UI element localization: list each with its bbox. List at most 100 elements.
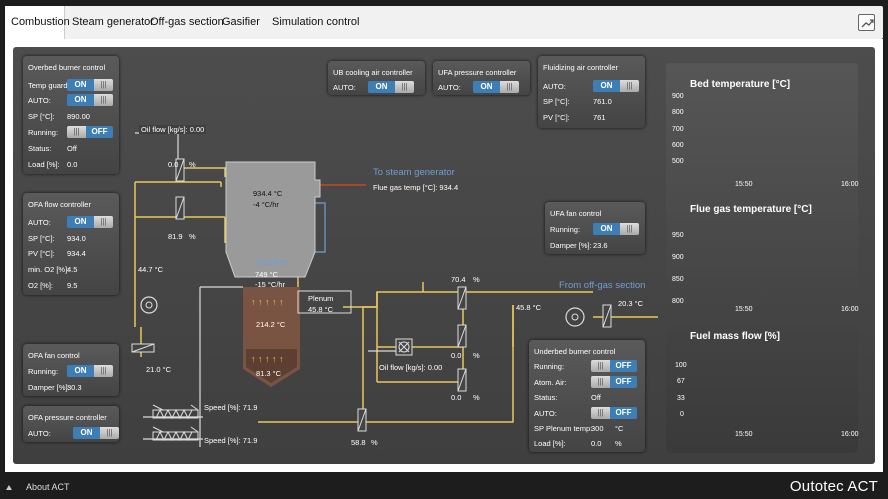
ofa-fan-title: OFA fan control [28,351,80,360]
valve6-unit: % [371,438,378,447]
status-value: Off [591,393,601,402]
ufa-pressure-title: UFA pressure controller [438,68,517,77]
ufa-pressure-controller-box: UFA pressure controller AUTO: ON ||| [433,61,530,95]
auto-state: ON [593,80,620,92]
ofa-flow-title: OFA flow controller [28,200,91,209]
ofa-flow-auto-toggle[interactable]: ON ||| [67,216,113,228]
from-off-gas-section-label[interactable]: From off-gas section [559,280,645,291]
fuel-xtick-1550: 15:50 [735,431,753,438]
bed-xtick-1600: 16:00 [841,181,859,188]
overbed-burner-control-box: Overbed burner control Temp guard: ON |||… [23,56,119,174]
gasifier-mid-temp: 749 °C [255,270,279,279]
auto-state: ON [67,216,94,228]
fan-temp-value: 44.7 °C [138,265,164,274]
pv-label: PV [°C]: [543,113,570,122]
flue-ytick-950: 950 [672,232,684,239]
valve3-unit: % [473,275,480,284]
overbed-auto-toggle[interactable]: ON ||| [67,94,113,106]
atom-air-label: Atom. Air: [534,378,567,387]
oil-flow-top-label: Oil flow [kg/s]: 0.00 [139,125,207,134]
ofa-pressure-auto-toggle[interactable]: ON ||| [73,427,119,439]
atom-air-toggle[interactable]: ||| OFF [591,376,637,388]
pv-label: PV [°C]: [28,249,55,258]
trend-window-icon[interactable] [858,14,875,31]
bed-ytick-500: 500 [672,158,684,165]
sp-plenum-temp-unit: °C [615,424,624,433]
to-steam-generator-label[interactable]: To steam generator [373,167,455,178]
temp-guard-state: ON [67,79,94,91]
svg-text:↑ ↑ ↑ ↑ ↑: ↑ ↑ ↑ ↑ ↑ [251,297,284,307]
auto-label: AUTO: [333,83,356,92]
plenum-temp-value: 45.8 °C [308,305,334,314]
running-label: Running: [28,128,59,137]
ub-cooling-auto-toggle[interactable]: ON ||| [368,81,414,93]
tab-bar: Combustion Steam generator Off-gas secti… [5,6,883,39]
ufa-fan-running-toggle[interactable]: ON ||| [593,223,639,235]
auto-state: ON [368,81,395,93]
app-window: Combustion Steam generator Off-gas secti… [0,0,888,499]
bed-ytick-800: 800 [672,109,684,116]
auto-label: AUTO: [28,96,51,105]
temp-guard-toggle[interactable]: ON ||| [67,79,113,91]
sp-label: SP [°C]: [28,234,55,243]
auto-label: AUTO: [543,82,566,91]
underbed-running-toggle[interactable]: ||| OFF [591,360,637,372]
status-label: Status: [28,144,52,153]
fluidizing-auto-toggle[interactable]: ON ||| [593,80,639,92]
ofa-pressure-controller-box: OFA pressure controller AUTO: ON ||| [23,406,119,442]
flue-ytick-850: 850 [672,276,684,283]
screw1-speed-label: Speed [%]: 71.9 [204,403,258,412]
tab-simulation-control[interactable]: Simulation control [266,6,365,39]
auto-label: AUTO: [438,83,461,92]
plenum-label: Plenum [308,294,334,303]
running-label: Running: [534,362,565,371]
flue-xtick-1600: 16:00 [841,306,859,313]
sp-value[interactable]: 934.0 [67,234,86,243]
auto-state: ON [67,94,94,106]
damper-label: Damper [%]: [550,241,592,250]
fuel-xtick-1600: 16:00 [841,431,859,438]
o2-label: O2 [%]: [28,281,54,290]
sp-plenum-temp-value[interactable]: 300 [591,424,604,433]
oil-flow-mid-label: Oil flow [kg/s]: 0.00 [379,363,443,372]
fuel-ytick-33: 33 [677,395,685,402]
tab-gasifier[interactable]: Gasifier [216,6,266,39]
ub-cooling-air-controller-box: UB cooling air controller AUTO: ON ||| [328,61,425,95]
fluidizing-title: Fluidizing air controller [543,63,619,72]
fuel-mass-flow-chart-title: Fuel mass flow [%] [690,331,781,342]
min-o2-value[interactable]: 4.5 [67,265,77,274]
svg-text:↑ ↑ ↑ ↑ ↑: ↑ ↑ ↑ ↑ ↑ [251,354,284,364]
process-panel: ↑ ↑ ↑ ↑ ↑ ↑ ↑ ↑ ↑ ↑ Overbed burner contr… [13,47,875,464]
screw2-speed-label: Speed [%]: 71.9 [204,436,258,445]
bed-ytick-700: 700 [672,126,684,133]
auto-state: OFF [610,407,637,419]
overbed-running-toggle[interactable]: ||| OFF [67,126,113,138]
fuel-ytick-67: 67 [677,378,685,385]
flue-ytick-800: 800 [672,298,684,305]
status-label: Status: [534,393,558,402]
ofa-flow-controller-box: OFA flow controller AUTO: ON ||| SP [°C]:… [23,193,119,295]
load-value: 0.0 [67,160,78,169]
fuel-ytick-0: 0 [680,411,684,418]
running-state: OFF [610,360,637,372]
sp-value[interactable]: 890.00 [67,112,90,121]
underbed-burner-control-box: Underbed burner control Running: ||| OFF … [529,340,645,452]
flue-gas-temp-label: Flue gas temp [°C]: 934.4 [373,183,459,192]
temp-guard-label: Temp guard: [28,81,70,90]
ofa-fan-running-toggle[interactable]: ON ||| [67,365,113,377]
sp-value[interactable]: 761.0 [593,97,612,106]
ufa-pressure-auto-toggle[interactable]: ON ||| [473,81,519,93]
damper-value[interactable]: 23.6 [593,241,608,250]
about-act-link[interactable]: About ACT [26,482,70,492]
underbed-title: Underbed burner control [534,347,616,356]
running-label: Running: [28,367,59,376]
valve6-value: 58.8 [351,438,366,447]
underbed-auto-toggle[interactable]: ||| OFF [591,407,637,419]
gasifier-mid-rate: -15 °C/hr [255,280,286,289]
tab-combustion[interactable]: Combustion [5,6,70,39]
fan-bottom-temp-value: 21.0 °C [146,365,172,374]
o2-value: 9.5 [67,281,78,290]
flue-gas-temperature-chart-title: Flue gas temperature [°C] [690,204,812,215]
bed-ytick-600: 600 [672,142,684,149]
damper-value[interactable]: 30.3 [67,383,82,392]
